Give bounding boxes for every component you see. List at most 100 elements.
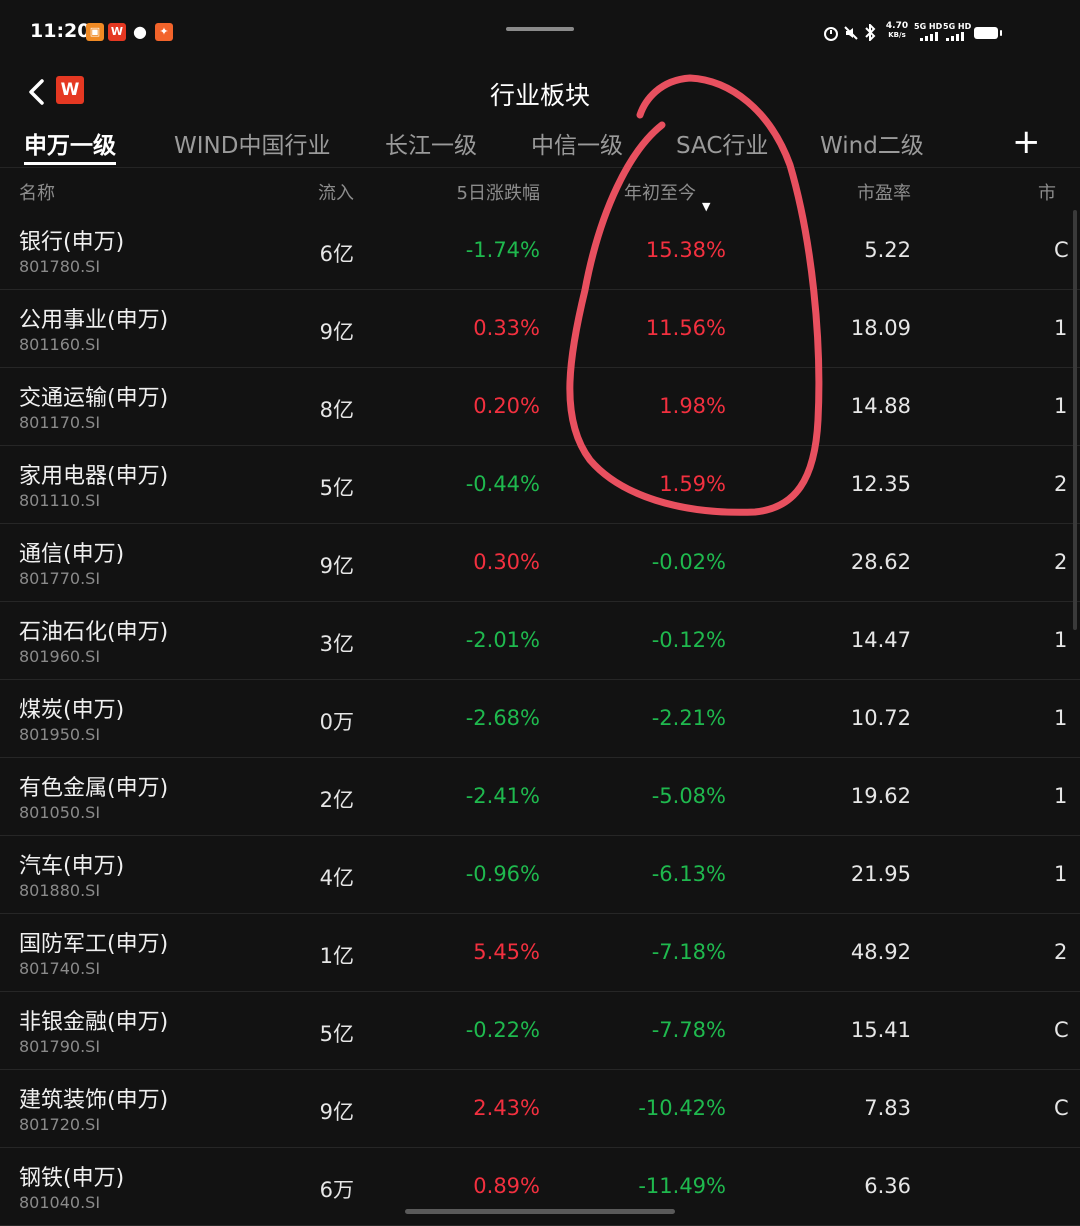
inflow-value: 2亿	[319, 788, 354, 812]
change-5d-value: 0.33%	[473, 316, 540, 340]
ytd-value: -5.08%	[651, 784, 726, 808]
industry-code: 801170.SI	[19, 413, 101, 432]
inflow-value: 6万	[319, 1178, 354, 1202]
ytd-value: 15.38%	[645, 238, 726, 262]
signal-icon	[946, 32, 964, 41]
drag-handle[interactable]	[506, 27, 574, 31]
table-row[interactable]: 国防军工(申万) 801740.SI 1亿 5.45% -7.18% 48.92 2	[0, 914, 1080, 992]
industry-code: 801160.SI	[19, 335, 101, 354]
market-value-cutoff: C	[1054, 238, 1069, 262]
status-time: 11:20	[30, 20, 91, 42]
market-value-cutoff: C	[1054, 1018, 1069, 1042]
market-value-cutoff: 2	[1054, 550, 1068, 574]
inflow-value: 3亿	[319, 632, 354, 656]
ytd-value: -6.13%	[651, 862, 726, 886]
industry-name: 煤炭(申万)	[19, 698, 125, 723]
pe-value: 48.92	[850, 940, 911, 964]
industry-name: 家用电器(申万)	[19, 464, 169, 489]
inflow-value: 1亿	[319, 944, 354, 968]
column-header-name[interactable]: 名称	[19, 179, 55, 205]
top-app-bar: W 行业板块	[0, 66, 1080, 118]
table-row[interactable]: 公用事业(申万) 801160.SI 9亿 0.33% 11.56% 18.09 1	[0, 290, 1080, 368]
industry-name: 有色金属(申万)	[19, 776, 169, 801]
market-value-cutoff: 1	[1054, 706, 1068, 730]
app-notification-icon: ▣	[86, 23, 104, 41]
tab-changjiang-level1[interactable]: 长江一级	[385, 126, 477, 160]
add-tab-button[interactable]: +	[1012, 124, 1041, 160]
signal-label-1: 5G HD	[914, 22, 943, 31]
inflow-value: 4亿	[319, 866, 354, 890]
table-row[interactable]: 交通运输(申万) 801170.SI 8亿 0.20% 1.98% 14.88 1	[0, 368, 1080, 446]
market-value-cutoff: 1	[1054, 316, 1068, 340]
market-value-cutoff: 2	[1054, 472, 1068, 496]
pe-value: 21.95	[850, 862, 911, 886]
inflow-value: 9亿	[319, 320, 354, 344]
table-row[interactable]: 汽车(申万) 801880.SI 4亿 -0.96% -6.13% 21.95 1	[0, 836, 1080, 914]
battery-icon	[974, 27, 1002, 39]
pe-value: 7.83	[864, 1096, 911, 1120]
signal-icon	[920, 32, 938, 41]
table-row[interactable]: 建筑装饰(申万) 801720.SI 9亿 2.43% -10.42% 7.83 C	[0, 1070, 1080, 1148]
change-5d-value: -2.01%	[465, 628, 540, 652]
table-row[interactable]: 有色金属(申万) 801050.SI 2亿 -2.41% -5.08% 19.62 1	[0, 758, 1080, 836]
table-row[interactable]: 非银金融(申万) 801790.SI 5亿 -0.22% -7.78% 15.41 C	[0, 992, 1080, 1070]
table-row[interactable]: 钢铁(申万) 801040.SI 6万 0.89% -11.49% 6.36	[0, 1148, 1080, 1226]
industry-name: 建筑装饰(申万)	[19, 1088, 169, 1113]
ytd-value: -10.42%	[638, 1096, 726, 1120]
industry-name: 钢铁(申万)	[19, 1166, 125, 1191]
pe-value: 5.22	[864, 238, 911, 262]
inflow-value: 6亿	[319, 242, 354, 266]
market-value-cutoff: C	[1054, 1096, 1069, 1120]
column-header-ytd[interactable]: 年初至今▼	[624, 179, 710, 213]
tab-wind-china-industry[interactable]: WIND中国行业	[174, 126, 330, 160]
pe-value: 12.35	[850, 472, 911, 496]
industry-name: 国防军工(申万)	[19, 932, 169, 957]
status-bar: 11:20 ▣ W ● ✦ 4.70 KB/s 5G HD 5G HD	[0, 0, 1080, 66]
industry-code: 801740.SI	[19, 959, 101, 978]
column-header-pe[interactable]: 市盈率	[857, 179, 911, 205]
market-value-cutoff: 1	[1054, 862, 1068, 886]
inflow-value: 0万	[319, 710, 354, 734]
change-5d-value: 2.43%	[473, 1096, 540, 1120]
tab-citic-level1[interactable]: 中信一级	[531, 126, 623, 160]
industry-code: 801880.SI	[19, 881, 101, 900]
ytd-value: -7.18%	[651, 940, 726, 964]
mute-icon	[844, 26, 858, 40]
ytd-value: -0.12%	[651, 628, 726, 652]
change-5d-value: -2.41%	[465, 784, 540, 808]
wps-icon: W	[108, 23, 126, 41]
ytd-value: -7.78%	[651, 1018, 726, 1042]
ytd-value: -11.49%	[638, 1174, 726, 1198]
tab-shenwan-level1[interactable]: 申万一级	[24, 126, 116, 165]
ytd-value: 1.59%	[659, 472, 726, 496]
inflow-value: 9亿	[319, 554, 354, 578]
home-indicator[interactable]	[405, 1209, 675, 1214]
table-row[interactable]: 银行(申万) 801780.SI 6亿 -1.74% 15.38% 5.22 C	[0, 212, 1080, 290]
industry-code: 801770.SI	[19, 569, 101, 588]
table-row[interactable]: 家用电器(申万) 801110.SI 5亿 -0.44% 1.59% 12.35 2	[0, 446, 1080, 524]
change-5d-value: 5.45%	[473, 940, 540, 964]
ytd-value: -2.21%	[651, 706, 726, 730]
industry-name: 汽车(申万)	[19, 854, 125, 879]
change-5d-value: -2.68%	[465, 706, 540, 730]
tab-wind-level2[interactable]: Wind二级	[820, 126, 924, 160]
table-row[interactable]: 煤炭(申万) 801950.SI 0万 -2.68% -2.21% 10.72 1	[0, 680, 1080, 758]
market-value-cutoff: 1	[1054, 628, 1068, 652]
inflow-value: 9亿	[319, 1100, 354, 1124]
pe-value: 10.72	[850, 706, 911, 730]
table-row[interactable]: 通信(申万) 801770.SI 9亿 0.30% -0.02% 28.62 2	[0, 524, 1080, 602]
industry-name: 通信(申万)	[19, 542, 125, 567]
message-bubble-icon: ●	[133, 22, 147, 41]
change-5d-value: -0.96%	[465, 862, 540, 886]
pe-value: 28.62	[850, 550, 911, 574]
column-header-inflow[interactable]: 流入	[318, 179, 354, 205]
table-row[interactable]: 石油石化(申万) 801960.SI 3亿 -2.01% -0.12% 14.47 1	[0, 602, 1080, 680]
scrollbar[interactable]	[1073, 210, 1077, 630]
tab-sac-industry[interactable]: SAC行业	[676, 126, 768, 160]
industry-code: 801040.SI	[19, 1193, 101, 1212]
column-header-market-value[interactable]: 市	[1038, 179, 1056, 205]
industry-code: 801110.SI	[19, 491, 101, 510]
industry-code: 801950.SI	[19, 725, 101, 744]
change-5d-value: -0.44%	[465, 472, 540, 496]
column-header-change-5d[interactable]: 5日涨跌幅	[457, 179, 540, 205]
